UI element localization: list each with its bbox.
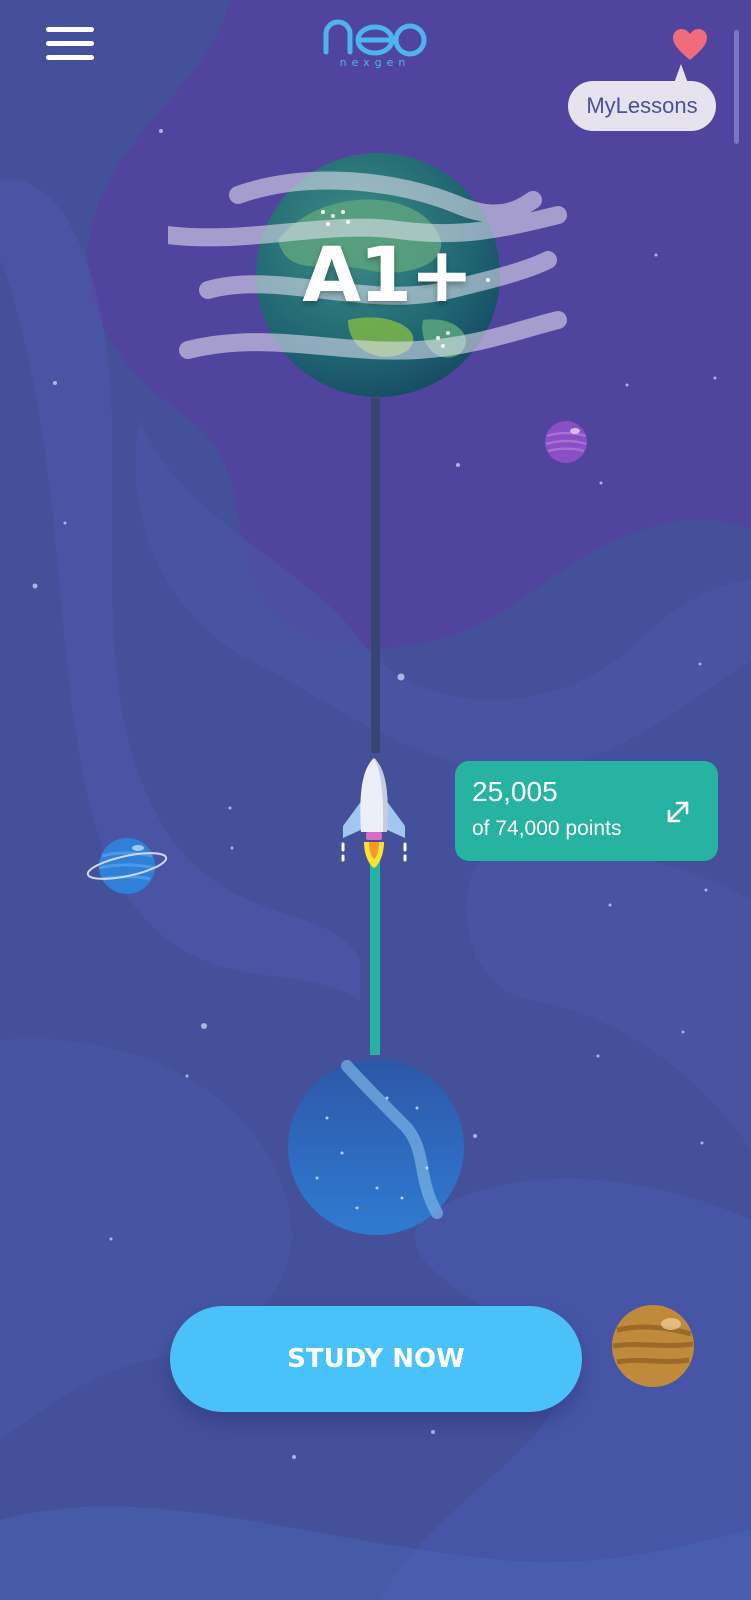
study-now-button[interactable]: STUDY NOW — [170, 1306, 582, 1412]
points-card[interactable]: 25,005 of 74,000 points — [455, 761, 718, 861]
progress-track-completed — [370, 860, 380, 1055]
scrollbar[interactable] — [734, 30, 739, 144]
hamburger-menu-icon[interactable] — [46, 27, 94, 61]
menu-bar — [46, 27, 94, 32]
heart-icon[interactable] — [672, 28, 708, 62]
menu-bar — [46, 55, 94, 60]
level-label: A1+ — [302, 230, 473, 319]
logo-tagline: nexgen — [339, 56, 411, 69]
rocket-icon — [341, 758, 407, 868]
start-planet — [288, 1059, 464, 1235]
menu-bar — [46, 41, 94, 46]
ringed-planet-icon — [86, 838, 168, 894]
points-total: of 74,000 points — [472, 817, 622, 840]
neo-logo: nexgen — [320, 18, 430, 70]
points-value: 25,005 — [472, 776, 558, 807]
neo-logo-mark — [323, 19, 427, 57]
expand-arrows-icon[interactable] — [665, 799, 691, 825]
progress-track-remaining — [371, 398, 380, 753]
journey-screen: nexgen MyLessons A1+ 25,005 of 74,000 po… — [0, 0, 751, 1600]
my-lessons-button[interactable]: MyLessons — [568, 81, 716, 131]
orange-planet-icon — [612, 1305, 694, 1387]
purple-planet-icon — [545, 421, 587, 463]
